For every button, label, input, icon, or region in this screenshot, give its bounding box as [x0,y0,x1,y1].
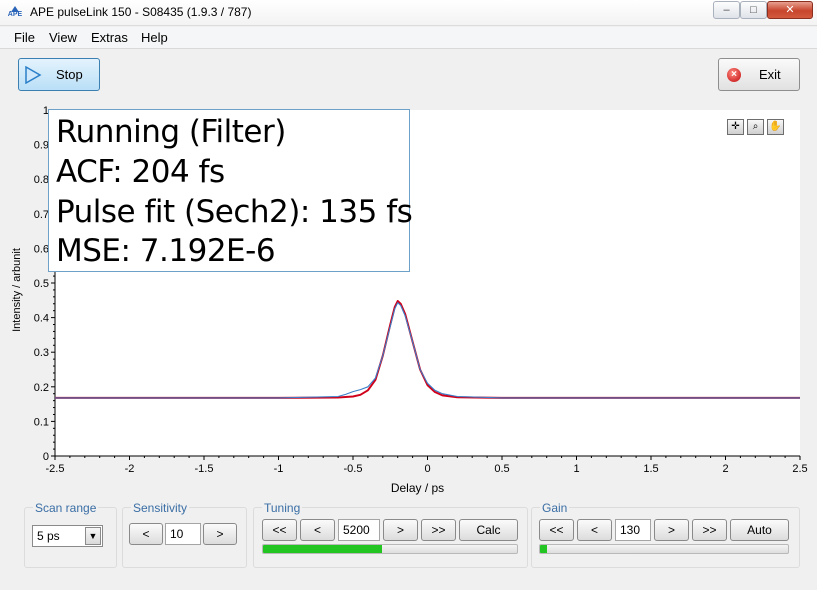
gain-fast-increase-button[interactable]: >> [692,519,727,541]
gain-increase-button[interactable]: > [654,519,689,541]
title-bar: APE APE pulseLink 150 - S08435 (1.9.3 / … [0,0,817,26]
gain-decrease-button[interactable]: < [577,519,612,541]
y-tick-label: 0.7 [34,209,49,221]
x-tick-label: 1.5 [643,463,658,475]
y-tick-label: 0.4 [34,313,49,325]
play-icon [25,66,42,84]
menu-file[interactable]: File [14,30,35,45]
y-tick-label: 0.8 [34,174,49,186]
chart-panel: 0 0.1 0.2 0.3 0.4 0.5 0.6 0.7 0.8 0.9 1 -2.5 -2 -1.5 -… [0,103,817,503]
sensitivity-decrease-button[interactable]: < [129,523,163,545]
error-x-icon: × [727,68,741,82]
window-title: APE pulseLink 150 - S08435 (1.9.3 / 787) [30,5,252,19]
stop-label: Stop [56,67,83,82]
cursor-tool-icon[interactable]: ✛ [727,119,744,135]
tuning-decrease-button[interactable]: < [300,519,335,541]
scan-range-title: Scan range [33,501,99,515]
scan-range-value: 5 ps [37,529,60,543]
x-tick-label: -2.5 [46,463,65,475]
dropdown-arrow-icon[interactable]: ▼ [85,527,101,545]
x-tick-label: 1 [573,463,579,475]
gain-progress-fill [540,545,548,553]
x-tick-label: 0 [424,463,430,475]
status-line: Running (Filter) [56,114,286,150]
mse-line: MSE: 7.192E-6 [56,233,276,269]
pulse-fit-line: Pulse fit (Sech2): 135 fs [56,194,413,230]
x-tick-label: -1 [274,463,284,475]
sensitivity-field[interactable]: 10 [165,523,201,545]
gain-group: Gain << < 130 > >> Auto [531,501,800,568]
y-tick-label: 0.3 [34,347,49,359]
sensitivity-increase-button[interactable]: > [203,523,237,545]
exit-label: Exit [759,67,781,82]
y-tick-label: 0.6 [34,243,49,255]
exit-button[interactable]: × Exit [718,58,800,91]
zoom-tool-icon[interactable]: ⌕ [747,119,764,135]
close-button[interactable]: ✕ [767,1,813,19]
x-tick-label: -2 [125,463,135,475]
x-axis-label: Delay / ps [391,481,444,495]
tuning-field[interactable]: 5200 [338,519,380,541]
tuning-group: Tuning << < 5200 > >> Calc [253,501,528,568]
x-tick-label: -1.5 [195,463,214,475]
scan-range-group: Scan range 5 ps ▼ [24,501,117,568]
gain-title: Gain [540,501,570,515]
stop-button[interactable]: Stop [18,58,100,91]
app-logo-icon: APE [6,5,24,21]
calc-button[interactable]: Calc [459,519,518,541]
tuning-progress-bar [262,544,518,554]
scan-range-select[interactable]: 5 ps ▼ [32,525,103,547]
minimize-button[interactable]: – [713,1,740,19]
y-tick-label: 0.2 [34,382,49,394]
auto-button[interactable]: Auto [730,519,789,541]
menu-bar: File View Extras Help [0,27,817,49]
gain-field[interactable]: 130 [615,519,651,541]
acf-line: ACF: 204 fs [56,154,225,190]
x-tick-label: 2 [722,463,728,475]
y-tick-label: 0.1 [34,416,49,428]
gain-fast-decrease-button[interactable]: << [539,519,574,541]
tuning-increase-button[interactable]: > [383,519,418,541]
y-tick-label: 0.9 [34,140,49,152]
tuning-fast-decrease-button[interactable]: << [262,519,297,541]
x-tick-label: 0.5 [494,463,509,475]
sensitivity-title: Sensitivity [131,501,190,515]
measurement-info-box: Running (Filter) ACF: 204 fs Pulse fit (… [48,109,413,272]
pan-hand-icon[interactable]: ✋ [767,119,784,135]
menu-extras[interactable]: Extras [91,30,128,45]
sensitivity-group: Sensitivity < 10 > [122,501,247,568]
tuning-fast-increase-button[interactable]: >> [421,519,456,541]
gain-progress-bar [539,544,789,554]
y-tick-label: 0.5 [34,278,49,290]
x-tick-label: -0.5 [344,463,363,475]
y-tick-label: 0 [43,451,49,463]
y-axis-label: Intensity / arbunit [11,248,23,332]
menu-help[interactable]: Help [141,30,168,45]
tuning-title: Tuning [262,501,303,515]
tuning-progress-fill [263,545,383,553]
maximize-button[interactable]: □ [740,1,767,19]
menu-view[interactable]: View [49,30,77,45]
x-tick-label: 2.5 [792,463,807,475]
